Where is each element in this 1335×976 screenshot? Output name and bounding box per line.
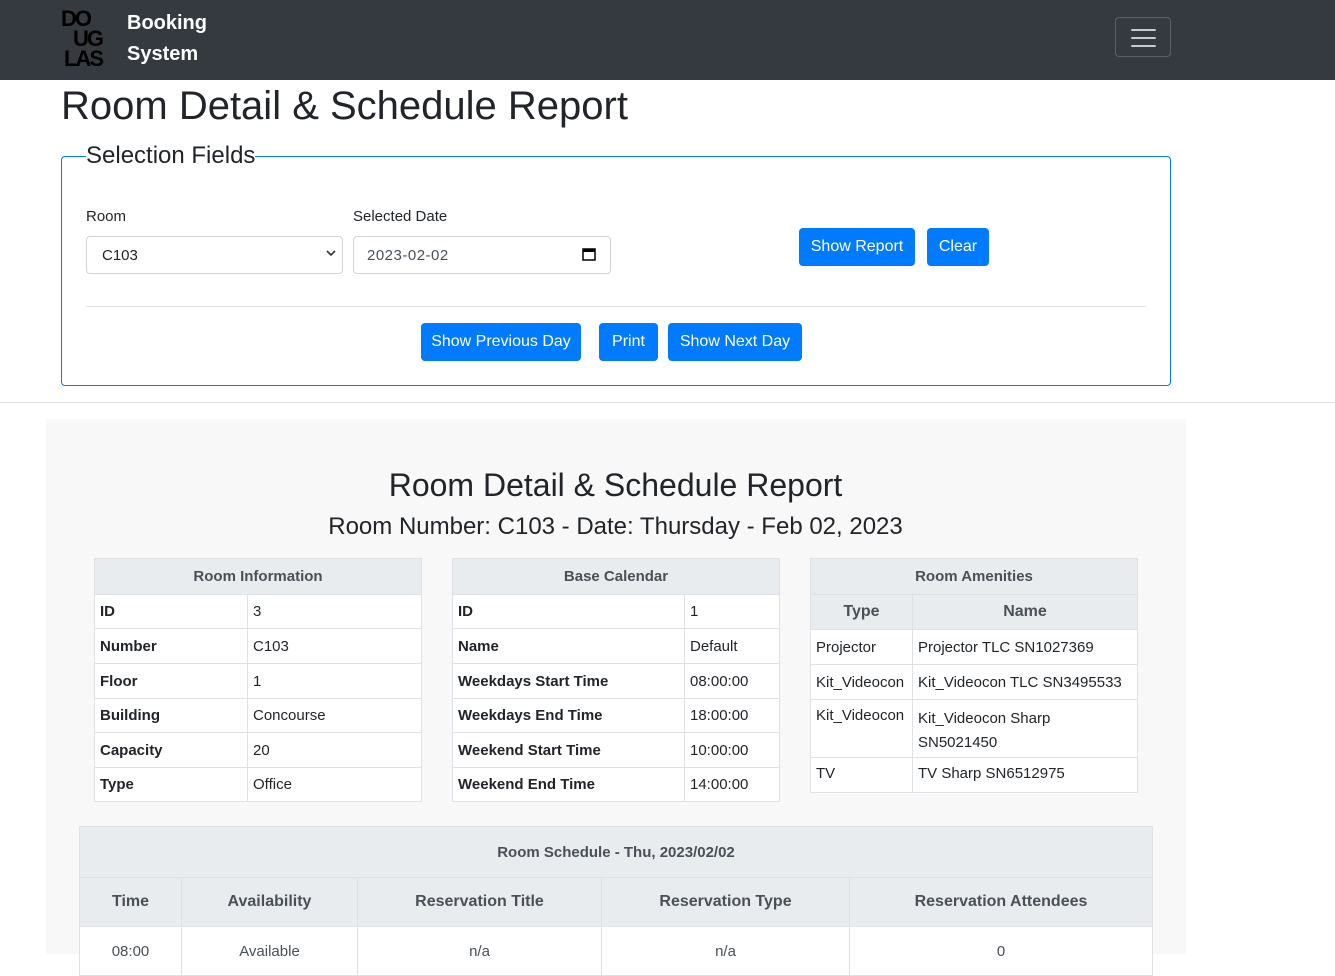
- schedule-cell-attendees: 0: [849, 926, 1153, 976]
- amenity-type: TV: [810, 757, 913, 793]
- logo-row-3: LAS: [64, 46, 103, 68]
- amenity-name: Projector TLC SN1027369: [912, 629, 1138, 665]
- base-calendar-header: Base Calendar: [452, 558, 780, 595]
- print-button[interactable]: Print: [599, 323, 658, 361]
- schedule-col-reservation-attendees: Reservation Attendees: [849, 877, 1153, 927]
- room-select-value: C103: [102, 247, 138, 264]
- room-info-value: 20: [247, 732, 422, 768]
- room-info-value: Office: [247, 767, 422, 802]
- schedule-cell-availability: Available: [181, 926, 358, 976]
- amenity-name: Kit_Videocon TLC SN3495533: [912, 664, 1138, 700]
- selected-date-value: 2023-02-02: [367, 247, 449, 264]
- room-info-key: Number: [94, 628, 248, 664]
- room-information-header: Room Information: [94, 558, 422, 595]
- room-info-value: 1: [247, 663, 422, 699]
- room-information-table: Room Information ID 3 Number C103 Floor 1 B…: [94, 558, 422, 802]
- hamburger-icon: [1131, 29, 1156, 31]
- base-calendar-value: 10:00:00: [684, 732, 780, 768]
- base-calendar-value: 18:00:00: [684, 698, 780, 733]
- brand-line-1: Booking: [127, 12, 207, 34]
- brand-name[interactable]: Booking System: [127, 8, 207, 70]
- selected-date-label: Selected Date: [353, 208, 448, 225]
- schedule-col-reservation-title: Reservation Title: [357, 877, 602, 927]
- douglas-logo[interactable]: DO UG LAS: [61, 6, 117, 71]
- room-info-key: Floor: [94, 663, 248, 699]
- page-title: Room Detail & Schedule Report: [61, 84, 628, 128]
- room-info-key: Capacity: [94, 732, 248, 768]
- room-info-value: C103: [247, 628, 422, 664]
- chevron-down-icon: [326, 247, 336, 261]
- base-calendar-key: Weekdays Start Time: [452, 663, 685, 699]
- amenities-col-name: Name: [912, 594, 1138, 630]
- amenity-name: TV Sharp SN6512975: [912, 757, 1138, 793]
- base-calendar-key: ID: [452, 594, 685, 629]
- selected-date-input[interactable]: 2023-02-02: [353, 236, 611, 274]
- room-info-value: 3: [247, 594, 422, 629]
- room-info-key: Building: [94, 698, 248, 733]
- amenity-type: Kit_Videocon: [810, 664, 913, 700]
- show-previous-day-button[interactable]: Show Previous Day: [421, 323, 581, 361]
- room-info-value: Concourse: [247, 698, 422, 733]
- selection-divider: [86, 306, 1146, 307]
- base-calendar-value: Default: [684, 628, 780, 664]
- base-calendar-key: Weekend Start Time: [452, 732, 685, 768]
- room-schedule-header: Room Schedule - Thu, 2023/02/02: [79, 826, 1153, 878]
- room-label: Room: [86, 208, 127, 225]
- report-subtitle: Room Number: C103 - Date: Thursday - Feb…: [328, 513, 903, 540]
- brand-line-2: System: [127, 43, 199, 65]
- amenities-col-type: Type: [810, 594, 913, 630]
- room-info-key: Type: [94, 767, 248, 802]
- amenity-name: Kit_Videocon Sharp SN5021450: [912, 699, 1138, 758]
- room-amenities-header: Room Amenities: [810, 558, 1138, 595]
- amenity-type: Kit_Videocon: [810, 699, 913, 758]
- amenity-type: Projector: [810, 629, 913, 665]
- page-divider: [0, 402, 1335, 403]
- navbar: DO UG LAS Booking System: [0, 0, 1335, 80]
- schedule-col-availability: Availability: [181, 877, 358, 927]
- base-calendar-value: 08:00:00: [684, 663, 780, 699]
- hamburger-icon-bar: [1131, 45, 1156, 47]
- navbar-toggle-button[interactable]: [1115, 17, 1171, 57]
- base-calendar-key: Weekend End Time: [452, 767, 685, 802]
- room-amenities-table: Room Amenities Type Name Projector Project…: [810, 558, 1138, 793]
- schedule-col-reservation-type: Reservation Type: [601, 877, 850, 927]
- room-select[interactable]: C103: [86, 236, 343, 274]
- base-calendar-key: Weekdays End Time: [452, 698, 685, 733]
- base-calendar-key: Name: [452, 628, 685, 664]
- clear-button[interactable]: Clear: [927, 228, 989, 266]
- schedule-cell-time: 08:00: [79, 926, 182, 976]
- calendar-icon[interactable]: [582, 247, 596, 261]
- hamburger-icon-bar: [1131, 37, 1156, 39]
- base-calendar-table: Base Calendar ID 1 Name Default Weekdays S…: [452, 558, 780, 802]
- base-calendar-value: 14:00:00: [684, 767, 780, 802]
- table-row: 08:00 Available n/a n/a 0: [79, 926, 1153, 976]
- selection-fields-legend: Selection Fields: [86, 142, 256, 169]
- show-report-button[interactable]: Show Report: [799, 228, 915, 266]
- room-info-key: ID: [94, 594, 248, 629]
- show-next-day-button[interactable]: Show Next Day: [668, 323, 802, 361]
- schedule-cell-title: n/a: [357, 926, 602, 976]
- base-calendar-value: 1: [684, 594, 780, 629]
- schedule-col-time: Time: [79, 877, 182, 927]
- schedule-cell-type: n/a: [601, 926, 850, 976]
- report-title: Room Detail & Schedule Report: [388, 467, 843, 503]
